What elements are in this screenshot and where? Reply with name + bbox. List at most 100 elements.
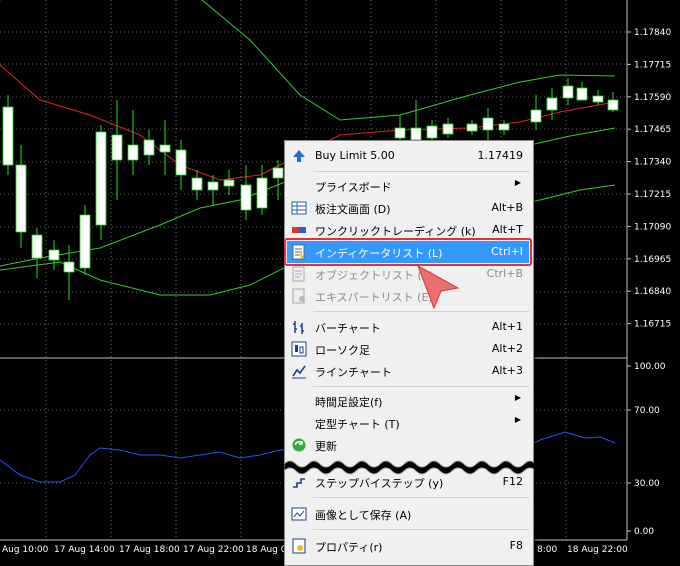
callout-pointer-icon	[417, 264, 460, 310]
menu-item-templates[interactable]: 定型チャート (T) ▶	[287, 412, 529, 434]
price-tick-label: 1.16840	[634, 287, 671, 297]
price-tick-label: 1.17090	[634, 222, 671, 232]
menu-separator	[313, 497, 529, 498]
price-tick-label: 1.17465	[634, 125, 671, 135]
candle-body	[607, 99, 619, 111]
oscillator-tick-label: 0.00	[634, 527, 654, 537]
menu-separator	[313, 386, 529, 387]
menu-item-label: ローソク足	[315, 344, 370, 357]
objects-list-icon	[291, 266, 307, 282]
menu-item-bar-chart[interactable]: バーチャート Alt+1	[287, 316, 529, 338]
menu-item-shortcut: Ctrl+B	[486, 267, 523, 280]
price-tick-label: 1.17340	[634, 158, 671, 168]
menu-omission-tear	[284, 460, 534, 475]
bar-chart-icon	[291, 319, 307, 335]
menu-item-label: Buy Limit 5.00	[315, 149, 395, 162]
menu-item-experts-list[interactable]: エキスパートリスト (E)	[287, 285, 529, 307]
depth-of-market-icon	[291, 200, 307, 216]
one-click-trading-icon	[291, 222, 307, 238]
candle-body	[530, 109, 542, 123]
candle-body	[482, 117, 494, 131]
candle-body	[546, 97, 558, 111]
menu-item-shortcut: Alt+2	[491, 342, 523, 355]
oscillator-tick-label: 100.00	[634, 362, 666, 372]
time-tick-label: 18 Aug 22:00	[567, 545, 628, 555]
candle-body	[79, 214, 91, 269]
line-chart-icon	[291, 363, 307, 379]
candlestick-icon	[291, 341, 307, 357]
menu-item-candlesticks[interactable]: ローソク足 Alt+2	[287, 338, 529, 360]
menu-item-save-as-picture[interactable]: 画像として保存 (A)	[287, 503, 529, 525]
candle-body	[2, 106, 14, 166]
candle-body	[240, 184, 252, 211]
candle-body	[394, 127, 406, 139]
menu-item-label: 定型チャート (T)	[315, 418, 400, 431]
refresh-icon	[291, 437, 307, 453]
candle-body	[127, 144, 139, 161]
menu-item-label: 板注文画面 (D)	[315, 203, 391, 216]
menu-item-shortcut: Alt+3	[491, 364, 523, 377]
price-tick-label: 1.17840	[634, 28, 671, 38]
candle-body	[175, 149, 187, 176]
submenu-arrow-icon: ▶	[514, 393, 521, 402]
menu-item-price-board[interactable]: プライスボード ▶	[287, 175, 529, 197]
menu-item-depth-of-market[interactable]: 板注文画面 (D) Alt+B	[287, 197, 529, 219]
menu-item-refresh[interactable]: 更新	[287, 434, 529, 456]
menu-separator	[313, 529, 529, 530]
menu-item-properties[interactable]: プロパティ(r) F8	[287, 535, 529, 557]
menu-item-label: ステップバイステップ (y)	[315, 477, 444, 490]
candle-body	[15, 164, 27, 233]
time-tick-label: 17 Aug 18:00	[119, 545, 180, 555]
price-tick-label: 1.17215	[634, 190, 671, 200]
time-tick-label: 17 Aug 14:00	[54, 545, 115, 555]
menu-item-label: 画像として保存 (A)	[315, 509, 412, 522]
oscillator-tick-label: 70.00	[634, 406, 660, 416]
experts-list-icon	[291, 288, 307, 304]
menu-item-label: インディケータリスト (L)	[315, 247, 443, 260]
menu-item-shortcut: 1.17419	[477, 149, 524, 162]
properties-icon	[291, 538, 307, 554]
menu-item-label: バーチャート	[315, 322, 381, 335]
menu-item-indicators-list[interactable]: インディケータリスト (L) Ctrl+I	[287, 241, 529, 263]
candle-body	[48, 249, 60, 261]
menu-item-one-click-trading[interactable]: ワンクリックトレーディング (k) Alt+T	[287, 219, 529, 241]
menu-item-objects-list[interactable]: オブジェクトリスト (b) Ctrl+B	[287, 263, 529, 285]
price-tick-label: 1.16965	[634, 255, 671, 265]
candle-body	[426, 125, 438, 139]
candle-body	[111, 134, 123, 161]
step-by-step-icon	[291, 474, 307, 490]
candle-body	[272, 167, 284, 179]
menu-item-timeframes[interactable]: 時間足設定(f) ▶	[287, 390, 529, 412]
submenu-arrow-icon: ▶	[514, 415, 521, 424]
menu-item-shortcut: Alt+1	[491, 320, 523, 333]
indicators-list-icon	[291, 244, 307, 260]
menu-item-label: ラインチャート	[315, 366, 392, 379]
menu-item-buy-limit[interactable]: Buy Limit 5.00 1.17419	[287, 145, 529, 167]
time-tick-label: 8:00	[537, 545, 557, 555]
menu-item-shortcut: F12	[502, 475, 523, 488]
menu-item-label: プロパティ(r)	[315, 541, 383, 554]
buy-limit-arrow-icon	[291, 148, 307, 164]
price-tick-label: 1.17715	[634, 60, 671, 70]
menu-item-shortcut: Alt+T	[492, 223, 523, 236]
time-tick-label: Aug 10:00	[2, 545, 49, 555]
candle-body	[159, 144, 171, 153]
candle-body	[576, 87, 588, 101]
menu-item-label: 更新	[315, 440, 337, 453]
candle-body	[223, 179, 235, 187]
candle-body	[31, 234, 43, 259]
candle-body	[63, 261, 75, 273]
candle-body	[207, 181, 219, 191]
oscillator-tick-label: 30.00	[634, 479, 660, 489]
candle-body	[562, 85, 574, 99]
menu-item-shortcut: Ctrl+I	[490, 245, 523, 258]
time-tick-label: 17 Aug 22:00	[183, 545, 244, 555]
price-tick-label: 1.17590	[634, 93, 671, 103]
price-tick-label: 1.16715	[634, 320, 671, 330]
menu-item-line-chart[interactable]: ラインチャート Alt+3	[287, 360, 529, 382]
candle-body	[143, 139, 155, 156]
candle-body	[95, 131, 107, 226]
menu-item-shortcut: Alt+B	[491, 201, 523, 214]
menu-item-shortcut: F8	[509, 539, 523, 552]
candle-body	[442, 123, 454, 135]
